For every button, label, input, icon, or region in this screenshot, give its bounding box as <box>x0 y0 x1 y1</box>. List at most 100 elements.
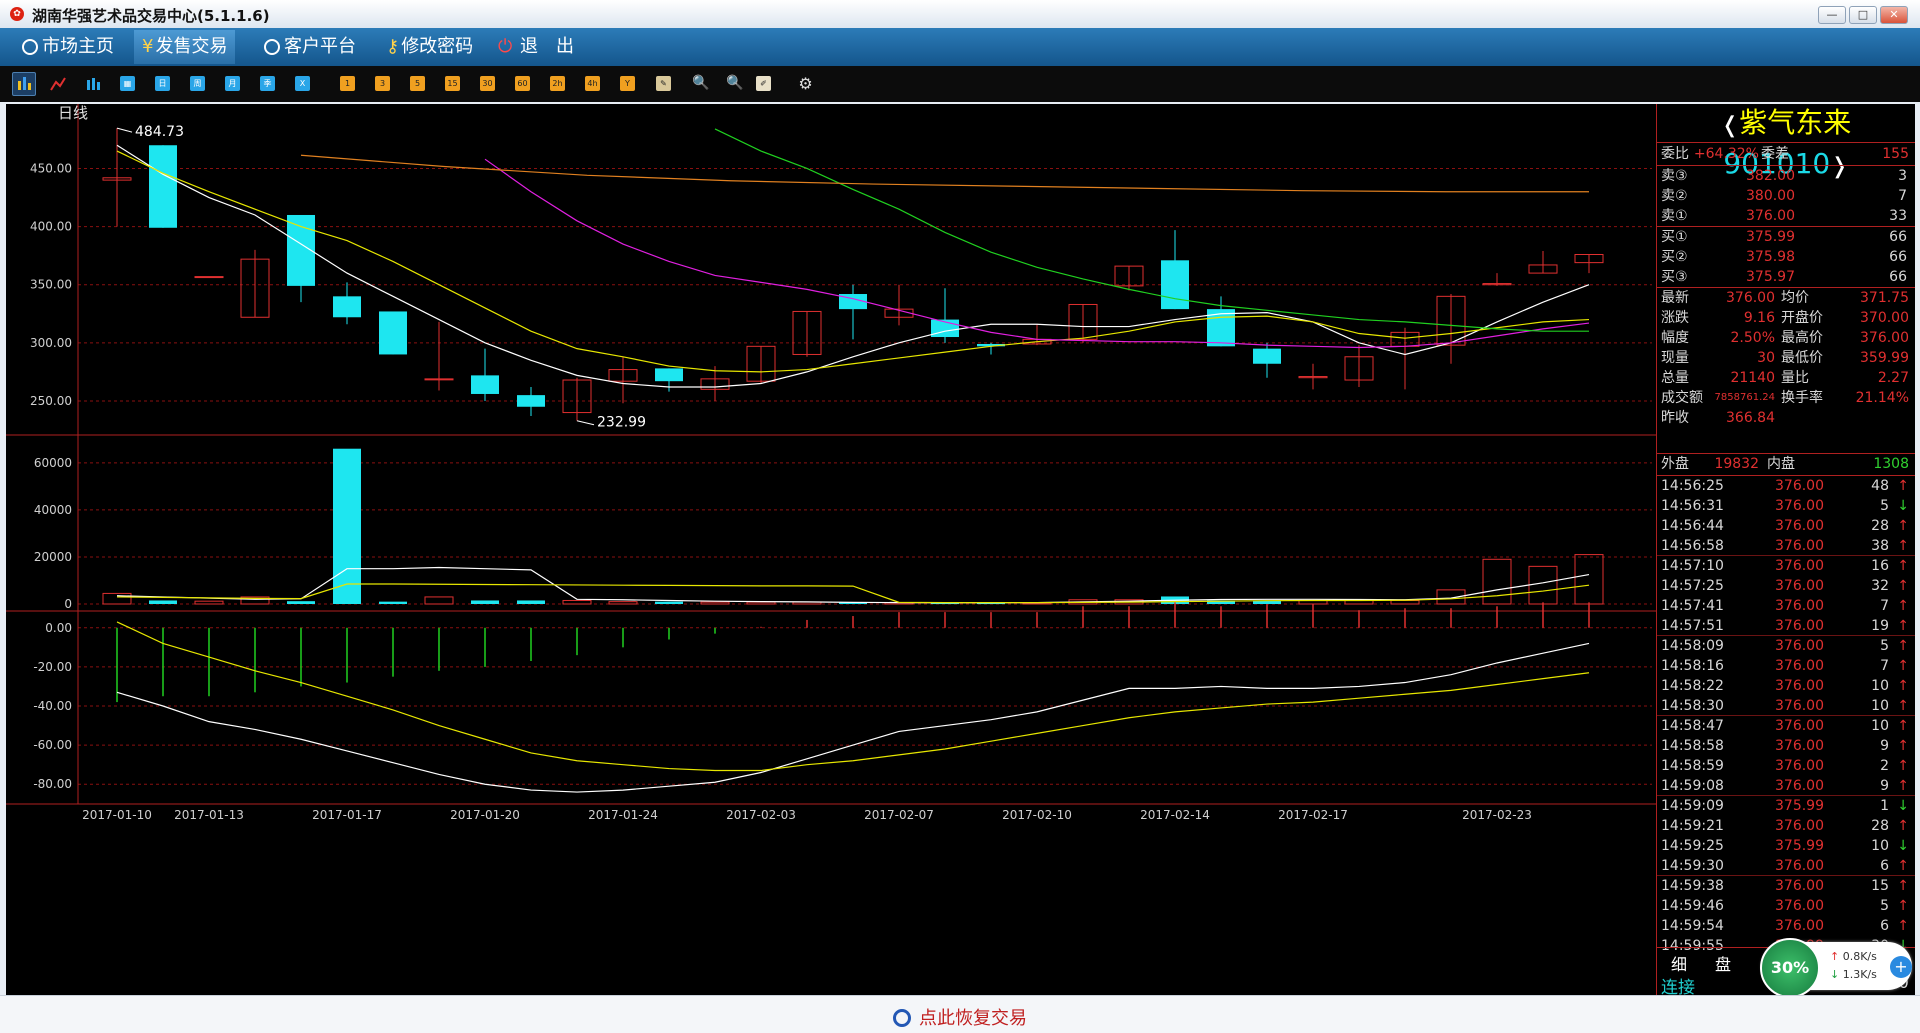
x-axis-date-label: 2017-02-17 <box>1278 808 1348 822</box>
menu-client-platform[interactable]: 客户平台 <box>256 30 364 64</box>
period-15min-button[interactable]: 15 <box>445 76 460 91</box>
up-arrow-icon: ↑ <box>1897 478 1909 494</box>
tick-row: 14:57:41 376.00 7 ↑ <box>1661 598 1909 614</box>
macd-axis-tick: -40.00 <box>33 699 72 713</box>
high-pointer <box>116 127 133 133</box>
pen-icon[interactable]: ✐ <box>756 76 771 91</box>
add-icon[interactable]: + <box>1890 956 1912 978</box>
volume-bar <box>333 448 361 604</box>
tab-detail[interactable]: 细 <box>1671 951 1687 975</box>
period-5min-button[interactable]: 5 <box>410 76 425 91</box>
power-icon: ⏻ <box>498 36 513 57</box>
calendar-icon[interactable]: ▦ <box>120 76 135 91</box>
stat-row: 幅度 2.50% 最高价 376.00 <box>1661 330 1909 346</box>
up-arrow-icon: ↑ <box>1897 538 1909 554</box>
menu-sale-trading[interactable]: ¥ 发售交易 <box>134 30 236 64</box>
candle-body <box>149 145 177 228</box>
minimize-button[interactable]: — <box>1818 6 1846 24</box>
maximize-button[interactable]: □ <box>1849 6 1877 24</box>
volume-bar <box>655 601 683 604</box>
period-60min-button[interactable]: 60 <box>515 76 530 91</box>
x-axis-date-label: 2017-02-03 <box>726 808 796 822</box>
period-label: 日线 <box>58 104 88 122</box>
volume-bar <box>194 600 224 605</box>
tick-row: 14:58:09 376.00 5 ↑ <box>1661 638 1909 654</box>
menu-change-password[interactable]: ⚷ 修改密码 <box>378 30 481 64</box>
candle-body <box>424 378 454 381</box>
main-menu-bar: 市场主页 ¥ 发售交易 客户平台 ⚷ 修改密码 ⏻ 退 出 <box>0 28 1920 66</box>
ma60-line <box>300 154 1589 193</box>
down-arrow-icon: ↓ <box>1897 798 1909 814</box>
period-1min-button[interactable]: 1 <box>340 76 355 91</box>
tick-row: 14:59:30 376.00 6 ↑ <box>1661 858 1909 874</box>
stat-row: 现量 30 最低价 359.99 <box>1661 350 1909 366</box>
settings-gear-icon[interactable]: ⚙ <box>798 76 813 92</box>
ask-row-2: 卖② 380.00 7 <box>1661 188 1907 204</box>
close-button[interactable]: ✕ <box>1880 6 1908 24</box>
x-axis-date-label: 2017-01-13 <box>174 808 244 822</box>
volume-bar <box>424 596 454 605</box>
footer-bar: 点此恢复交易 <box>0 995 1920 1033</box>
period-30min-button[interactable]: 30 <box>480 76 495 91</box>
tick-row: 14:58:58 376.00 9 ↑ <box>1661 738 1909 754</box>
candle-body <box>471 375 499 394</box>
period-month-button[interactable]: 月 <box>225 76 240 91</box>
prev-stock-arrow-icon[interactable]: ❬ <box>1721 113 1739 138</box>
period-quarter-button[interactable]: 季 <box>260 76 275 91</box>
draw-tool-icon[interactable]: ✎ <box>656 76 671 91</box>
up-arrow-icon: ↑ <box>1897 698 1909 714</box>
tab-pan[interactable]: 盘 <box>1715 951 1731 975</box>
volume-bar <box>1574 554 1604 605</box>
network-speed-widget[interactable]: 30% ↑ 0.8K/s ↓ 1.3K/s + <box>1760 938 1912 998</box>
zoom-in-icon[interactable]: 🔍 <box>692 76 709 91</box>
macd-dif-line <box>116 642 1590 793</box>
up-arrow-icon: ↑ <box>1897 858 1909 874</box>
volume-axis-tick: 0 <box>64 597 72 611</box>
volume-bar <box>517 600 545 604</box>
tick-row: 14:57:25 376.00 32 ↑ <box>1661 578 1909 594</box>
candlestick-chart-icon[interactable] <box>12 72 36 96</box>
ask-row-3: 卖③ 382.00 3 <box>1661 168 1907 184</box>
macd-axis-tick: -60.00 <box>33 738 72 752</box>
up-arrow-icon: ↑ <box>1897 598 1909 614</box>
kline-chart-panel[interactable]: 450.00 400.00 350.00 300.00 250.00 60000 40000… <box>6 104 1656 995</box>
tick-row: 14:59:09 375.99 1 ↓ <box>1661 798 1909 814</box>
inner-volume: 1308 <box>1873 456 1909 472</box>
up-arrow-icon: ↑ <box>1897 818 1909 834</box>
x-axis-date-label: 2017-02-07 <box>864 808 934 822</box>
menu-market-home[interactable]: 市场主页 <box>14 30 122 64</box>
tick-row: 14:59:21 376.00 28 ↑ <box>1661 818 1909 834</box>
kline-chart-svg[interactable]: 450.00 400.00 350.00 300.00 250.00 60000 40000… <box>6 104 1656 995</box>
line-chart-icon[interactable] <box>50 76 66 91</box>
restore-trading-link[interactable]: 点此恢复交易 <box>0 1004 1920 1030</box>
outer-volume: 19832 <box>1714 456 1759 472</box>
up-arrow-icon: ↑ <box>1897 778 1909 794</box>
period-day-button[interactable]: 日 <box>155 76 170 91</box>
bar-chart-icon[interactable] <box>86 76 101 91</box>
weicha-value: 155 <box>1882 146 1909 162</box>
up-arrow-icon: ↑ <box>1897 898 1909 914</box>
stat-row: 总量 21140 量比 2.27 <box>1661 370 1909 386</box>
restore-icon <box>893 1009 911 1027</box>
period-x-button[interactable]: X <box>295 76 310 91</box>
period-4h-button[interactable]: 4h <box>585 76 600 91</box>
period-year-button[interactable]: Y <box>620 76 635 91</box>
price-axis-tick: 350.00 <box>30 278 72 292</box>
volume-axis-tick: 20000 <box>34 550 72 564</box>
volume-bar <box>102 592 132 605</box>
up-arrow-icon: ↑ <box>1897 678 1909 694</box>
down-arrow-icon: ↓ <box>1897 498 1909 514</box>
tick-row: 14:59:38 376.00 15 ↑ <box>1661 878 1909 894</box>
period-3min-button[interactable]: 3 <box>375 76 390 91</box>
zoom-out-icon[interactable]: 🔍 <box>726 76 743 91</box>
up-arrow-icon: ↑ <box>1897 618 1909 634</box>
period-2h-button[interactable]: 2h <box>550 76 565 91</box>
tick-row: 14:59:08 376.00 9 ↑ <box>1661 778 1909 794</box>
period-week-button[interactable]: 周 <box>190 76 205 91</box>
menu-exit[interactable]: ⏻ 退 出 <box>490 30 616 64</box>
tick-row: 14:58:47 376.00 10 ↑ <box>1661 718 1909 734</box>
volume-bar <box>1528 565 1558 605</box>
x-axis-date-label: 2017-02-14 <box>1140 808 1210 822</box>
chart-toolbar: ▦ 日 周 月 季 X 1 3 5 15 30 60 2h 4h Y ✎ 🔍 🔍… <box>0 66 1920 102</box>
macd-axis-tick: 0.00 <box>45 621 72 635</box>
